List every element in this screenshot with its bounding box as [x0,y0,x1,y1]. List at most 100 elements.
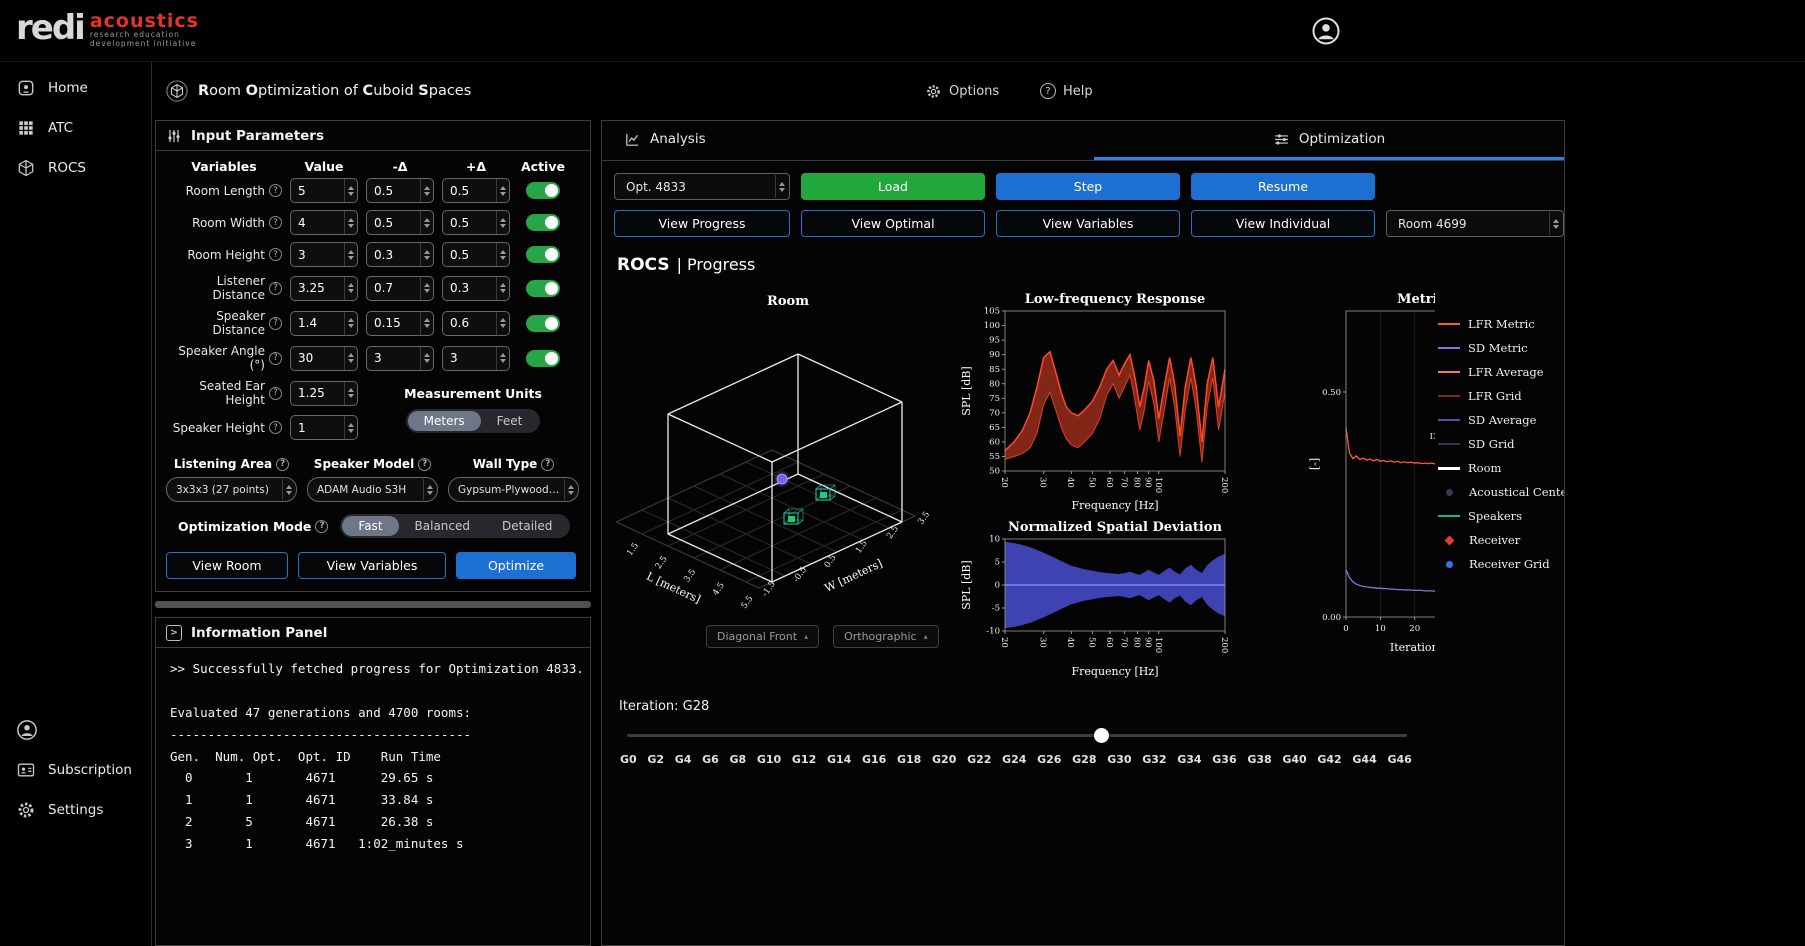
help-icon[interactable]: ? [276,458,289,471]
help-icon[interactable]: ? [269,248,282,261]
view-room-button[interactable]: View Room [166,552,288,579]
stepper-icon[interactable] [420,347,433,370]
sidebar-item-atc[interactable]: ATC [0,108,151,148]
room-select[interactable]: Room 4699 [1386,210,1564,237]
room-3d-chart[interactable]: Room0.5-1.51.5-0.52.50.53.51.54.52.55.53… [610,291,956,617]
tab-optimization[interactable]: Optimization [1094,121,1564,160]
slider-tick-label: G22 [967,753,991,766]
help-icon[interactable]: ? [269,184,282,197]
help-icon[interactable]: ? [315,520,328,533]
stepper-icon[interactable] [496,179,509,202]
stepper-icon[interactable] [420,243,433,266]
chevron-updown-icon [1549,212,1562,235]
optimize-button[interactable]: Optimize [456,552,576,579]
speaker-model-select[interactable]: ADAM Audio S3H [307,477,438,502]
stepper-icon[interactable] [344,243,357,266]
sidebar-item-rocs[interactable]: ROCS [0,148,151,188]
svg-text:1.5: 1.5 [625,541,641,558]
stepper-icon[interactable] [344,382,357,405]
user-avatar-icon[interactable] [1311,16,1341,46]
units-option-meters[interactable]: Meters [408,411,481,431]
acoustical-center-marker [777,474,787,484]
stepper-icon[interactable] [496,243,509,266]
projection-select[interactable]: Orthographic▴ [833,625,939,648]
stepper-icon[interactable] [496,277,509,300]
units-option-feet[interactable]: Feet [481,411,539,431]
stepper-icon[interactable] [344,312,357,335]
help-icon[interactable]: ? [269,216,282,229]
load-button[interactable]: Load [801,173,985,200]
stepper-icon[interactable] [496,312,509,335]
help-icon[interactable]: ? [269,352,282,365]
svg-text:-0.5: -0.5 [791,565,809,584]
resume-button[interactable]: Resume [1191,173,1375,200]
help-icon[interactable]: ? [269,421,282,434]
stepper-icon[interactable] [344,347,357,370]
sidebar-profile[interactable] [0,710,151,750]
step-button[interactable]: Step [996,173,1180,200]
help-icon[interactable]: ? [541,458,554,471]
active-toggle[interactable] [526,214,560,231]
slider-tick-label: G46 [1387,753,1411,766]
help-icon[interactable]: ? [269,387,282,400]
stepper-icon[interactable] [420,179,433,202]
view-angle-select[interactable]: Diagonal Front▴ [706,625,819,648]
stepper-icon[interactable] [420,312,433,335]
room-3d-block: Room0.5-1.51.5-0.52.50.53.51.54.52.55.53… [610,291,956,689]
generation-slider[interactable] [627,728,1407,742]
options-button[interactable]: Options [925,83,999,100]
stepper-icon[interactable] [496,211,509,234]
measurement-units-block: Measurement Units Meters Feet [366,386,580,433]
view-individual-button[interactable]: View Individual [1191,210,1375,237]
mode-option-fast[interactable]: Fast [342,516,398,536]
stepper-icon[interactable] [344,179,357,202]
stepper-icon[interactable] [344,277,357,300]
rocs-cube-icon [166,80,188,102]
active-toggle[interactable] [526,350,560,367]
slider-tick-label: G42 [1317,753,1341,766]
stepper-icon[interactable] [344,211,357,234]
active-toggle[interactable] [526,280,560,297]
sidebar-item-settings[interactable]: Settings [0,790,151,830]
sidebar-item-home[interactable]: Home [0,68,151,108]
chevron-updown-icon [282,479,295,500]
tab-analysis[interactable]: Analysis [602,121,1094,160]
svg-text:90: 90 [1143,477,1153,488]
view-optimal-button[interactable]: View Optimal [801,210,985,237]
slider-tick-labels: G0G2G4G6G8G10G12G14G16G18G20G22G24G26G28… [620,753,1412,766]
active-toggle[interactable] [526,182,560,199]
view-variables-button[interactable]: View Variables [996,210,1180,237]
stepper-icon[interactable] [420,211,433,234]
svg-text:60: 60 [989,438,1000,448]
page-title: Room Optimization of Cuboid Spaces [198,83,471,99]
param-label: Room Length [186,184,265,198]
legend-item: SD Grid [1438,437,1564,451]
chevron-updown-icon [564,479,577,500]
wall-type-select[interactable]: Gypsum-Plywood-Gypsu [448,477,579,502]
listening-area-select[interactable]: 3x3x3 (27 points) [166,477,297,502]
slider-thumb[interactable] [1094,728,1109,743]
frequency-charts-block: Low-frequency Response505560657075808590… [959,291,1305,689]
help-button[interactable]: ? Help [1040,83,1093,99]
mode-option-balanced[interactable]: Balanced [399,516,486,536]
svg-text:3.5: 3.5 [916,510,932,527]
legend-item: SD Metric [1438,341,1564,355]
slider-track[interactable] [627,734,1407,737]
stepper-icon[interactable] [344,416,357,439]
sidebar-item-subscription[interactable]: Subscription [0,750,151,790]
horizontal-scrollbar[interactable] [155,601,591,608]
help-icon[interactable]: ? [269,317,282,330]
help-icon[interactable]: ? [418,458,431,471]
active-toggle[interactable] [526,246,560,263]
svg-text:100: 100 [1153,477,1163,493]
sliders-icon [166,128,182,144]
view-progress-button[interactable]: View Progress [614,210,790,237]
stepper-icon[interactable] [420,277,433,300]
optimization-select[interactable]: Opt. 4833 [614,173,790,200]
help-icon[interactable]: ? [269,282,282,295]
stepper-icon[interactable] [496,347,509,370]
mode-option-detailed[interactable]: Detailed [486,516,568,536]
svg-text:10: 10 [989,535,1000,545]
active-toggle[interactable] [526,315,560,332]
view-variables-button[interactable]: View Variables [298,552,446,579]
